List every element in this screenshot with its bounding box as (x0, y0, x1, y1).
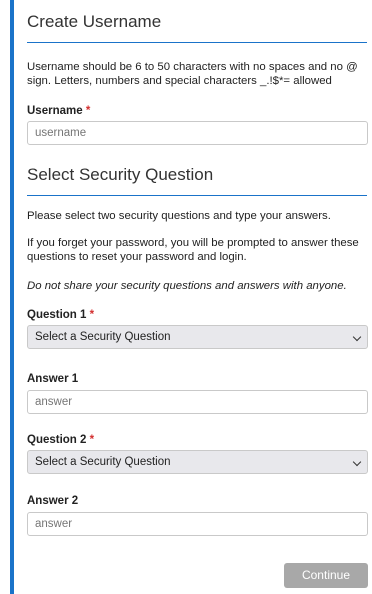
username-label: Username * (27, 105, 90, 117)
username-label-text: Username (27, 105, 83, 117)
answer2-label: Answer 2 (27, 495, 79, 507)
answer1-input[interactable] (27, 390, 368, 414)
required-marker: * (89, 434, 95, 446)
required-marker: * (85, 105, 91, 117)
accent-bar (10, 0, 14, 594)
question2-label-text: Question 2 (27, 434, 87, 446)
section-divider (27, 195, 367, 196)
question1-selected-value: Select a Security Question (35, 331, 171, 343)
section-divider (27, 42, 367, 43)
chevron-down-icon (352, 332, 362, 342)
username-input[interactable] (27, 121, 368, 145)
question2-select[interactable]: Select a Security Question (27, 450, 368, 474)
continue-button[interactable]: Continue (284, 563, 368, 588)
question2-selected-value: Select a Security Question (35, 456, 171, 468)
security-instruction-text: Please select two security questions and… (27, 210, 331, 222)
create-username-heading: Create Username (27, 12, 162, 31)
question1-label: Question 1 * (27, 309, 94, 321)
question1-label-text: Question 1 (27, 309, 87, 321)
username-rules-text: Username should be 6 to 50 characters wi… (27, 61, 358, 87)
privacy-warning: Do not share your security questions and… (27, 280, 347, 292)
required-marker: * (89, 309, 95, 321)
password-reset-note: If you forget your password, you will be… (27, 237, 359, 263)
security-question-heading: Select Security Question (27, 165, 214, 184)
question2-label: Question 2 * (27, 434, 94, 446)
question1-select[interactable]: Select a Security Question (27, 325, 368, 349)
chevron-down-icon (352, 457, 362, 467)
answer2-input[interactable] (27, 512, 368, 536)
answer1-label: Answer 1 (27, 373, 79, 385)
